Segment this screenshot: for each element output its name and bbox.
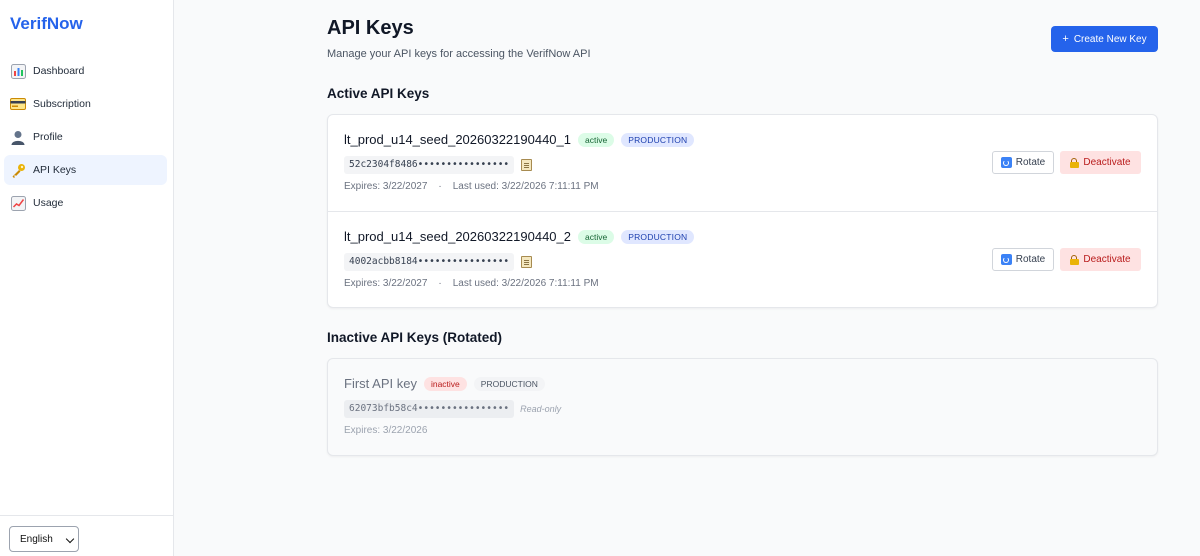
api-key-actions: Rotate Deactivate: [992, 151, 1141, 174]
masked-api-key: 52c2304f8486••••••••••••••••: [344, 156, 515, 174]
api-key-name: lt_prod_u14_seed_20260322190440_2: [344, 229, 571, 244]
unlock-icon: [1070, 157, 1080, 168]
page-subtitle: Manage your API keys for accessing the V…: [327, 48, 591, 60]
read-only-label: Read-only: [520, 404, 562, 414]
active-keys-heading: Active API Keys: [327, 86, 430, 101]
rotate-button[interactable]: Rotate: [992, 248, 1054, 271]
sidebar-item-label: Subscription: [33, 98, 91, 110]
api-key-value-line: 4002acbb8184••••••••••••••••: [344, 253, 533, 271]
rotate-icon: [1000, 254, 1012, 265]
unlock-icon: [1070, 254, 1080, 265]
sidebar-item-label: Usage: [33, 197, 64, 209]
status-badge: active: [578, 132, 615, 147]
environment-badge: PRODUCTION: [621, 229, 695, 244]
inactive-keys-heading: Inactive API Keys (Rotated): [327, 330, 503, 345]
expires-text: Expires: 3/22/2027: [344, 181, 428, 192]
rotate-button[interactable]: Rotate: [992, 151, 1054, 174]
deactivate-label: Deactivate: [1083, 254, 1131, 265]
language-value: English: [20, 533, 53, 545]
masked-api-key: 4002acbb8184••••••••••••••••: [344, 253, 515, 271]
sidebar-item-label: Dashboard: [33, 65, 85, 77]
api-key-row: lt_prod_u14_seed_20260322190440_1 active…: [328, 115, 1157, 211]
chevron-down-icon: [65, 534, 75, 544]
deactivate-button[interactable]: Deactivate: [1060, 248, 1141, 271]
masked-api-key: 62073bfb58c4••••••••••••••••: [344, 400, 515, 418]
sidebar: VerifNow Dashboard Subscription Profile …: [0, 0, 174, 556]
deactivate-button[interactable]: Deactivate: [1060, 151, 1141, 174]
meta-separator: ·: [438, 181, 442, 192]
sidebar-item-api-keys[interactable]: API Keys: [4, 155, 167, 185]
active-keys-card: lt_prod_u14_seed_20260322190440_1 active…: [327, 114, 1158, 308]
api-key-row: lt_prod_u14_seed_20260322190440_2 active…: [328, 211, 1157, 307]
credit-card-icon: [10, 96, 26, 112]
copy-icon[interactable]: [521, 159, 533, 171]
sidebar-item-subscription[interactable]: Subscription: [4, 89, 167, 119]
key-icon: [10, 162, 26, 178]
page-title: API Keys: [327, 17, 414, 39]
api-key-name-line: lt_prod_u14_seed_20260322190440_1 active…: [344, 132, 695, 147]
api-key-meta: Expires: 3/22/2027 · Last used: 3/22/202…: [344, 278, 599, 289]
expires-text: Expires: 3/22/2026: [344, 425, 428, 436]
deactivate-label: Deactivate: [1083, 157, 1131, 168]
plus-icon: +: [1062, 33, 1069, 45]
api-key-name-line: First API key inactive PRODUCTION: [344, 376, 545, 391]
create-new-key-label: Create New Key: [1073, 33, 1147, 45]
user-icon: [10, 129, 26, 145]
api-key-name: First API key: [344, 376, 417, 391]
sidebar-item-usage[interactable]: Usage: [4, 188, 167, 218]
status-badge: active: [578, 229, 615, 244]
rotate-icon: [1000, 157, 1012, 168]
environment-badge: PRODUCTION: [473, 376, 545, 391]
sidebar-item-label: API Keys: [33, 164, 77, 176]
expires-text: Expires: 3/22/2027: [344, 278, 428, 289]
meta-separator: ·: [438, 278, 442, 289]
status-badge: inactive: [423, 376, 467, 391]
environment-badge: PRODUCTION: [621, 132, 695, 147]
rotate-label: Rotate: [1015, 157, 1046, 168]
last-used-text: Last used: 3/22/2026 7:11:11 PM: [452, 278, 599, 289]
language-select[interactable]: English: [9, 526, 79, 552]
bar-chart-icon: [10, 63, 26, 79]
line-chart-icon: [10, 195, 26, 211]
copy-icon[interactable]: [521, 256, 533, 268]
sidebar-footer: English: [0, 515, 173, 556]
inactive-keys-card: First API key inactive PRODUCTION 62073b…: [327, 358, 1158, 456]
rotate-label: Rotate: [1015, 254, 1046, 265]
sidebar-item-profile[interactable]: Profile: [4, 122, 167, 152]
sidebar-nav: Dashboard Subscription Profile API Keys …: [4, 56, 167, 221]
api-key-value-line: 62073bfb58c4•••••••••••••••• Read-only: [344, 400, 561, 418]
api-key-name: lt_prod_u14_seed_20260322190440_1: [344, 132, 571, 147]
sidebar-item-label: Profile: [33, 131, 63, 143]
api-key-value-line: 52c2304f8486••••••••••••••••: [344, 156, 533, 174]
api-key-row: First API key inactive PRODUCTION 62073b…: [328, 359, 1157, 455]
create-new-key-button[interactable]: + Create New Key: [1051, 26, 1158, 52]
brand-logo[interactable]: VerifNow: [10, 14, 83, 34]
last-used-text: Last used: 3/22/2026 7:11:11 PM: [452, 181, 599, 192]
sidebar-item-dashboard[interactable]: Dashboard: [4, 56, 167, 86]
api-key-meta: Expires: 3/22/2026: [344, 425, 427, 436]
api-key-meta: Expires: 3/22/2027 · Last used: 3/22/202…: [344, 181, 599, 192]
api-key-name-line: lt_prod_u14_seed_20260322190440_2 active…: [344, 229, 695, 244]
api-key-actions: Rotate Deactivate: [992, 248, 1141, 271]
